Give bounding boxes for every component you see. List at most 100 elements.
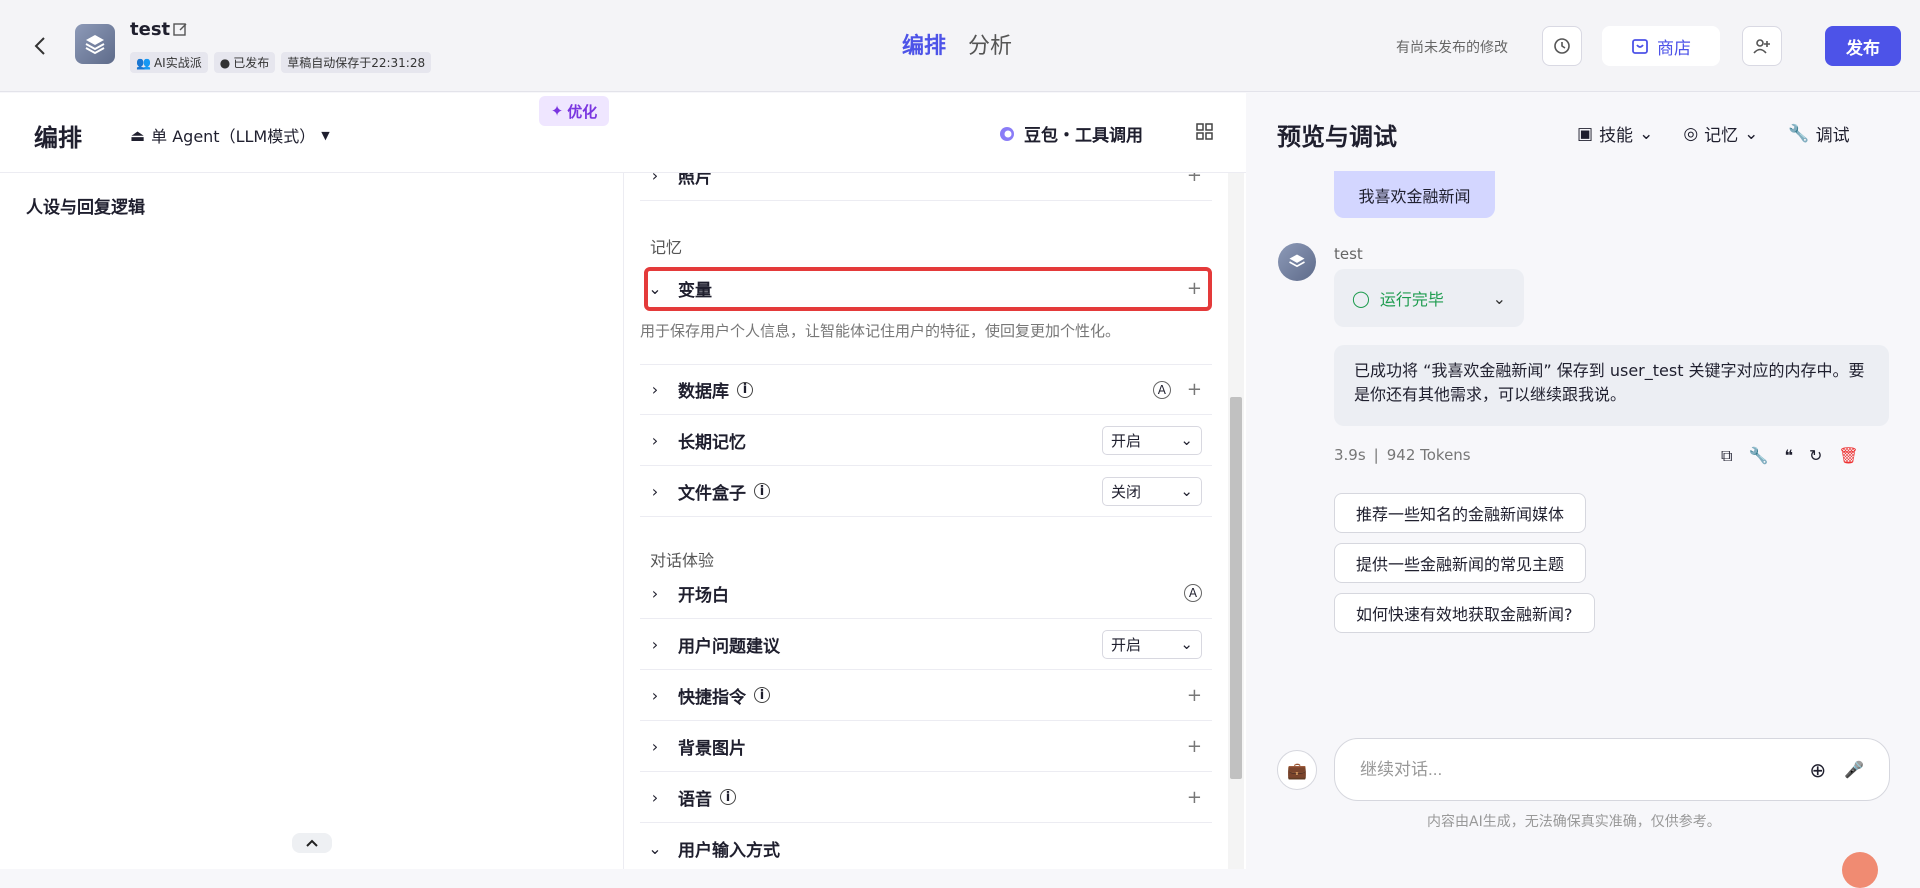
chevron-right-icon: ›: [651, 736, 659, 756]
skills-menu[interactable]: ▣ 技能 ⌄: [1577, 121, 1654, 147]
config-row-file-box[interactable]: › 文件盒子 i 关闭 ⌄: [640, 466, 1212, 517]
bot-name: test: [1334, 245, 1363, 263]
layout-grid-icon[interactable]: [1196, 123, 1214, 145]
chevron-down-icon: ⌄: [1180, 431, 1193, 449]
chevron-down-icon: ⌄: [1639, 123, 1654, 144]
autosave-badge: 草稿自动保存于22:31:28: [281, 52, 432, 73]
preview-panel: 预览与调试 ▣ 技能 ⌄ ◎ 记忆 ⌄ 🔧 调试 我喜欢金融新闻 test ◯ 运行完毕 ⌄ …: [1247, 93, 1920, 869]
config-row-shortcut[interactable]: › 快捷指令 i +: [640, 670, 1212, 721]
config-row-database[interactable]: › 数据库 i A +: [640, 364, 1212, 415]
config-row-input-method[interactable]: ⌄ 用户输入方式: [640, 823, 1212, 869]
back-button[interactable]: [28, 34, 52, 58]
chevron-down-icon: ⌄: [648, 839, 662, 858]
chat-input[interactable]: [1360, 759, 1810, 780]
layers-icon: [1289, 254, 1305, 268]
chevron-right-icon: ›: [651, 481, 659, 501]
unsaved-notice: 有尚未发布的修改: [1396, 40, 1508, 56]
quote-icon[interactable]: ❝: [1784, 446, 1793, 466]
add-circle-icon[interactable]: ⊕: [1809, 758, 1826, 782]
copy-icon[interactable]: ⧉: [1721, 446, 1732, 466]
suggestion-select[interactable]: 开启 ⌄: [1102, 629, 1202, 659]
collapse-button[interactable]: [292, 833, 332, 853]
chevron-up-icon: [306, 839, 318, 847]
info-icon: i: [737, 381, 753, 398]
info-icon: i: [754, 483, 770, 499]
variable-description: 用于保存用户个人信息，让智能体记住用户的特征，使回复更加个性化。: [640, 322, 1121, 340]
user-message: 我喜欢金融新闻: [1334, 171, 1495, 218]
preview-title: 预览与调试: [1277, 123, 1397, 151]
app-logo: [75, 24, 115, 64]
refresh-icon[interactable]: ↻: [1809, 446, 1822, 466]
persona-title: 人设与回复逻辑: [26, 198, 145, 218]
chevron-down-icon: ⌄: [1744, 123, 1759, 144]
long-memory-select[interactable]: 开启 ⌄: [1102, 425, 1202, 455]
top-bar: test 👥 AI实战派 ● 已发布 草稿自动保存于22:31:28 编排 分析 有…: [0, 0, 1920, 92]
plus-icon[interactable]: +: [1187, 173, 1202, 186]
orchestrate-title: 编排: [34, 124, 82, 152]
suggestion-item[interactable]: 如何快速有效地获取金融新闻?: [1334, 593, 1595, 633]
agent-icon: ⏏: [130, 125, 146, 145]
tab-orchestrate[interactable]: 编排: [902, 28, 946, 60]
wrench-icon: 🔧: [1788, 123, 1810, 144]
info-icon: i: [720, 789, 736, 805]
model-logo-icon: [1000, 126, 1014, 141]
wrench-icon[interactable]: 🔧: [1748, 446, 1768, 466]
suggestion-item[interactable]: 提供一些金融新闻的常见主题: [1334, 543, 1587, 583]
agent-mode-select[interactable]: ⏏ 单 Agent（LLM模式） ▼: [130, 123, 330, 147]
store-button[interactable]: 商店: [1602, 26, 1720, 66]
file-box-select[interactable]: 关闭 ⌄: [1102, 476, 1202, 506]
chevron-down-icon: ⌄: [1180, 635, 1193, 653]
suggestion-item[interactable]: 推荐一些知名的金融新闻媒体: [1334, 493, 1587, 533]
config-row-suggestion[interactable]: › 用户问题建议 开启 ⌄: [640, 619, 1212, 670]
add-collaborator-button[interactable]: [1742, 26, 1782, 66]
orchestrate-header: 编排 ⏏ 单 Agent（LLM模式） ▼ 豆包・工具调用: [0, 93, 1246, 173]
assistant-mascot[interactable]: [1842, 852, 1878, 888]
config-row-voice[interactable]: › 语音 i +: [640, 772, 1212, 823]
chat-input-box: ⊕ 🎤: [1334, 738, 1890, 801]
scrollbar-thumb[interactable]: [1230, 397, 1242, 779]
persona-section: 人设与回复逻辑: [0, 173, 624, 869]
main-tabs: 编排 分析: [902, 28, 1012, 60]
optimize-button[interactable]: ✦ 优化: [539, 96, 609, 126]
skills-icon: ▣: [1577, 123, 1594, 144]
run-status-chip[interactable]: ◯ 运行完毕 ⌄: [1334, 269, 1524, 327]
chevron-right-icon: ›: [651, 380, 659, 399]
plus-icon[interactable]: +: [1187, 685, 1202, 706]
config-row-background[interactable]: › 背景图片 +: [640, 721, 1212, 772]
brain-icon: ◎: [1683, 123, 1699, 144]
auto-icon: A: [1152, 380, 1171, 399]
bot-reply: 已成功将 “我喜欢金融新闻” 保存到 user_test 关键字对应的内存中。要…: [1334, 345, 1889, 426]
chevron-right-icon: ›: [651, 685, 659, 705]
preview-toolbar: ▣ 技能 ⌄ ◎ 记忆 ⌄ 🔧 调试: [1577, 121, 1850, 147]
config-row-long-memory[interactable]: › 长期记忆 开启 ⌄: [640, 415, 1212, 466]
model-select[interactable]: 豆包・工具调用: [998, 121, 1143, 146]
delete-icon[interactable]: 🗑: [1838, 446, 1858, 466]
reply-meta: 3.9s | 942 Tokens: [1334, 446, 1471, 464]
chevron-left-icon: [34, 37, 45, 55]
chevron-right-icon: ›: [651, 430, 659, 450]
history-button[interactable]: [1542, 26, 1582, 66]
skill-config-list: › 照片 + 记忆 ⌄ 变量 + 用于保存用户个人信息，让智能体记住用户的特征，使回…: [625, 173, 1225, 869]
chevron-down-icon: ⌄: [1492, 288, 1506, 308]
reply-actions: ⧉ 🔧 ❝ ↻ 🗑: [1721, 446, 1859, 466]
plus-icon[interactable]: +: [1187, 379, 1202, 400]
microphone-icon[interactable]: 🎤: [1844, 760, 1864, 779]
tab-analysis[interactable]: 分析: [968, 28, 1012, 60]
auto-icon: A: [1184, 584, 1202, 602]
config-row-photo[interactable]: › 照片 +: [640, 173, 1212, 201]
briefcase-icon: 💼: [1287, 760, 1307, 780]
debug-button[interactable]: 🔧 调试: [1788, 121, 1849, 147]
edit-name-icon[interactable]: [172, 21, 188, 41]
team-badge: 👥 AI实战派: [130, 52, 208, 73]
publish-button[interactable]: 发布: [1825, 26, 1901, 66]
caret-down-icon: ▼: [321, 128, 330, 142]
app-badges: 👥 AI实战派 ● 已发布 草稿自动保存于22:31:28: [130, 52, 432, 73]
memory-menu[interactable]: ◎ 记忆 ⌄: [1683, 121, 1759, 147]
chevron-down-icon: ⌄: [1180, 482, 1193, 500]
disclaimer: 内容由AI生成，无法确保真实准确，仅供参考。: [1427, 814, 1721, 830]
plus-icon[interactable]: +: [1187, 736, 1202, 757]
chevron-right-icon: ›: [651, 634, 659, 654]
config-row-opening[interactable]: › 开场白 A: [640, 568, 1212, 619]
plus-icon[interactable]: +: [1187, 787, 1202, 808]
toolbox-button[interactable]: 💼: [1277, 750, 1317, 790]
